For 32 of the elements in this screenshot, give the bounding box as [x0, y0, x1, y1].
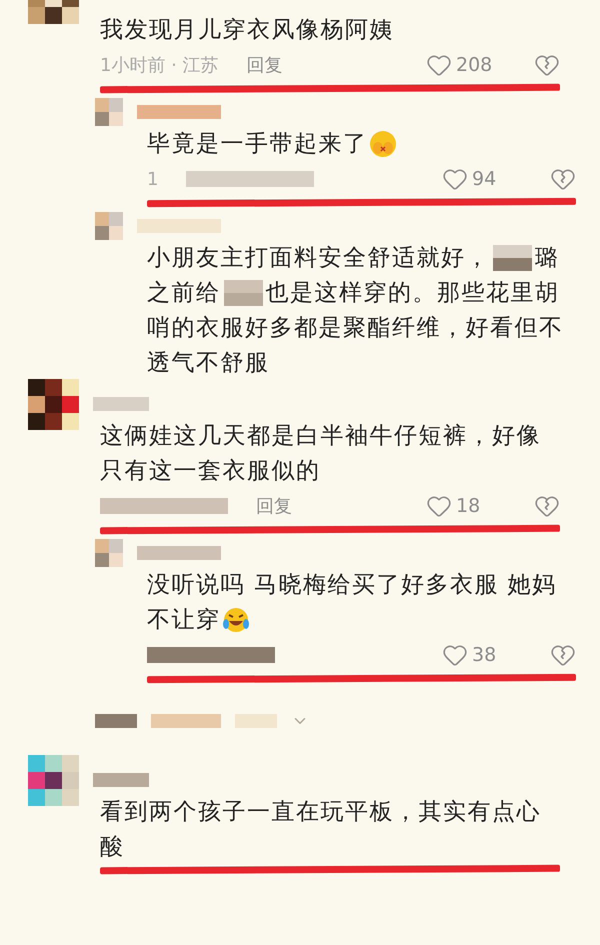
like-count: 38: [472, 644, 498, 666]
comment-text: 毕竟是一手带起来了: [147, 130, 368, 159]
pixelated-blur: [493, 244, 532, 270]
comment-text: 不让穿: [147, 606, 220, 635]
pixelated-username: [93, 773, 149, 787]
comment-text: 透气不舒服: [147, 349, 270, 378]
comment-text: 这俩娃这几天都是白半袖牛仔短裤，好像: [100, 422, 541, 451]
pixelated-blur: [151, 714, 221, 728]
comment-text: 看到两个孩子一直在玩平板，其实有点心: [100, 798, 541, 827]
comment-text: 小朋友主打面料安全舒适就好，: [147, 244, 490, 273]
like-count: 18: [456, 495, 482, 517]
comment-text: 哨的衣服好多都是聚酯纤维，好看但不: [147, 314, 564, 343]
pixelated-blur: [95, 714, 137, 728]
pixelated-username: [93, 397, 149, 411]
timestamp-location: 1: [147, 168, 158, 190]
comment-text: 璐: [535, 244, 560, 273]
comment-text: 只有这一套衣服似的: [100, 457, 320, 486]
avatar[interactable]: [28, 754, 79, 806]
pixelated-blur: [224, 280, 262, 306]
comment-text: 也是这样穿的。那些花里胡: [266, 279, 560, 308]
reply-link[interactable]: 回复: [246, 53, 283, 77]
avatar[interactable]: [28, 378, 79, 430]
comment-text: 没听说吗 马晓梅给买了好多衣服 她妈: [147, 571, 557, 600]
like-count: 94: [472, 168, 498, 190]
like-count: 208: [456, 54, 494, 76]
comment-text: 酸: [100, 833, 124, 862]
pixelated-blur: [235, 714, 277, 728]
emoji-icon: [368, 128, 398, 158]
comment-text: 我发现月儿穿衣风像杨阿姨: [100, 16, 394, 45]
comment-text: 之前给: [147, 279, 220, 308]
timestamp-location: 1小时前 · 江苏: [100, 54, 219, 77]
reply-link[interactable]: 回复: [256, 494, 292, 518]
